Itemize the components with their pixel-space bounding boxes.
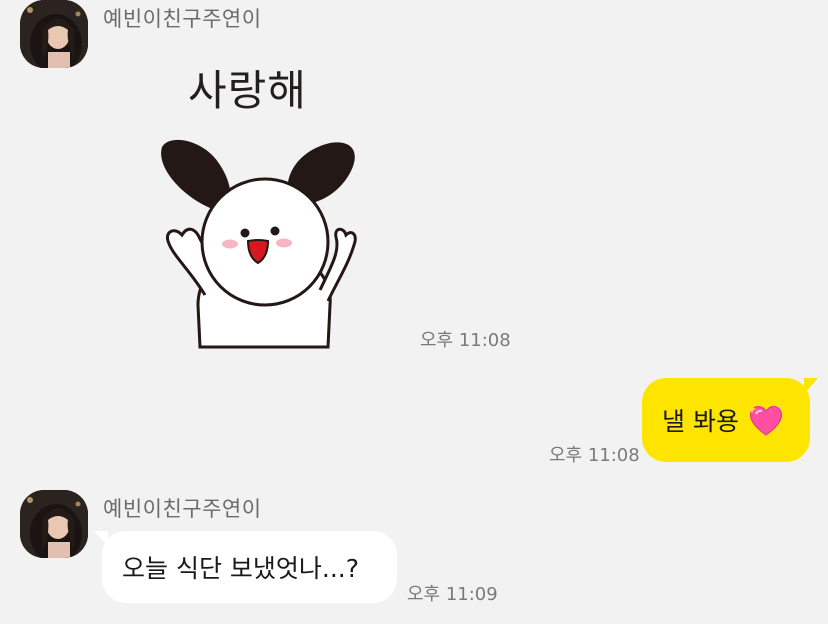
sparkling-heart-icon [747,402,785,438]
incoming-message-bubble[interactable]: 오늘 식단 보냈엇나...? [94,531,397,603]
bunny-character-icon [161,139,357,349]
bubble-tail [804,378,818,394]
message-time: 오후 11:08 [420,330,511,351]
love-sticker[interactable]: 사랑해 [150,55,380,350]
outgoing-message-bubble[interactable]: 낼 봐용 [642,378,818,462]
message-text: 오늘 식단 보냈엇나...? [122,554,360,583]
avatar[interactable] [20,0,88,68]
message-time: 오후 11:08 [549,445,640,466]
sender-name: 예빈이친구주연이 [103,497,262,521]
message-text: 낼 봐용 [662,407,739,436]
message-time: 오후 11:09 [407,584,498,605]
bubble-tail [94,531,108,547]
sender-name: 예빈이친구주연이 [103,7,262,31]
avatar[interactable] [20,490,88,558]
